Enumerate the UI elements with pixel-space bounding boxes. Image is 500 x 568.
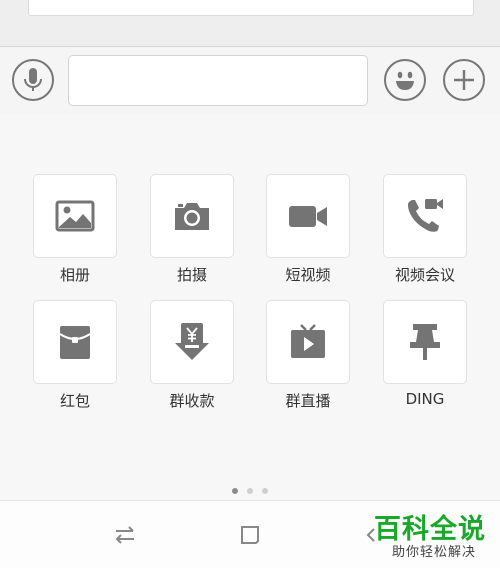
feature-short-video-box[interactable]	[266, 174, 350, 258]
feature-video-meeting-label: 视频会议	[394, 266, 455, 284]
feature-short-video[interactable]: 短视频	[266, 174, 350, 285]
message-input[interactable]	[68, 55, 368, 106]
feature-camera-label: 拍摄	[176, 266, 207, 284]
feature-short-video-label: 短视频	[285, 266, 331, 284]
feature-video-meeting[interactable]: 视频会议	[383, 174, 467, 285]
page-indicator	[0, 479, 500, 494]
feature-ding[interactable]: DING	[383, 300, 467, 408]
feature-red-envelope-label: 红包	[59, 392, 90, 410]
feature-panel: 相册 拍摄 短视频 视频会议 红包 群收款 群直播 DING	[0, 116, 500, 500]
more-button[interactable]	[443, 59, 485, 101]
feature-video-meeting-box[interactable]	[383, 174, 467, 258]
feature-album-box[interactable]	[33, 174, 117, 258]
feature-group-live-box[interactable]	[266, 300, 350, 384]
camera-icon	[175, 203, 209, 230]
feature-ding-label: DING	[405, 390, 445, 408]
smiley-icon	[396, 71, 414, 90]
message-card	[28, 0, 474, 16]
image-icon	[55, 200, 95, 232]
feature-ding-box[interactable]	[383, 300, 467, 384]
feature-red-envelope-box[interactable]	[33, 300, 117, 384]
red-envelope-icon	[59, 326, 91, 359]
plus-icon	[454, 70, 474, 90]
video-icon	[289, 206, 327, 227]
feature-camera-box[interactable]	[150, 174, 234, 258]
swap-arrows-icon	[115, 526, 134, 544]
yuan-collect-icon	[175, 323, 209, 360]
video-call-icon	[408, 199, 443, 232]
feature-album-label: 相册	[59, 266, 90, 284]
feature-group-collect[interactable]: 群收款	[150, 300, 234, 411]
home-square-icon	[241, 526, 259, 544]
feature-group-collect-label: 群收款	[169, 392, 215, 410]
page-dot-2[interactable]	[247, 488, 253, 494]
tv-live-icon	[291, 324, 325, 358]
chat-history-area	[0, 0, 500, 47]
system-nav-bar: 百科全说 助你轻松解决	[0, 500, 500, 568]
feature-album[interactable]: 相册	[33, 174, 117, 285]
watermark-subtitle: 助你轻松解决	[391, 545, 476, 560]
feature-group-live[interactable]: 群直播	[266, 300, 350, 411]
feature-group-live-label: 群直播	[285, 392, 331, 410]
switch-app-button[interactable]	[113, 523, 137, 547]
emoji-button[interactable]	[384, 59, 426, 101]
feature-camera[interactable]: 拍摄	[150, 174, 234, 285]
feature-red-envelope[interactable]: 红包	[33, 300, 117, 411]
page-dot-1[interactable]	[231, 488, 238, 494]
composer-bar	[0, 47, 500, 115]
feature-group-collect-box[interactable]	[150, 300, 234, 384]
voice-input-button[interactable]	[12, 59, 54, 101]
microphone-icon	[24, 68, 42, 91]
pin-icon	[410, 324, 440, 360]
home-button[interactable]	[238, 523, 262, 547]
